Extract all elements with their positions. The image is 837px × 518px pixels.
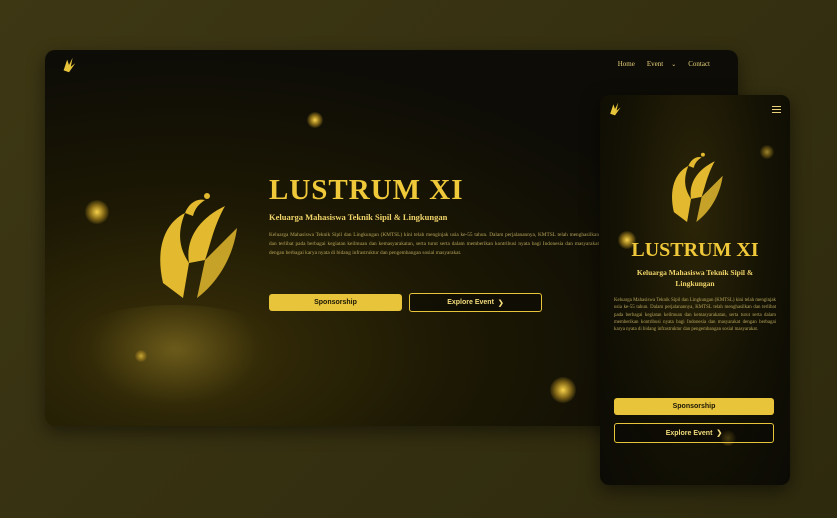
hero-subtitle: Keluarga Mahasiswa Teknik Sipil & Lingku… (636, 268, 754, 288)
phoenix-logo-icon[interactable] (60, 56, 78, 74)
light-orb (760, 145, 774, 159)
light-orb (550, 377, 576, 403)
mobile-mockup: LUSTRUM XI Keluarga Mahasiswa Teknik Sip… (600, 95, 790, 485)
chevron-right-icon: ❯ (716, 430, 723, 437)
phoenix-crest-icon (672, 152, 723, 222)
hero-title: LUSTRUM XI (631, 239, 759, 261)
hero-description: Keluarga Mahasiswa Teknik Sipil dan Ling… (614, 298, 776, 333)
explore-event-label: Explore Event (447, 299, 494, 306)
sponsorship-label: Sponsorship (672, 403, 716, 410)
light-orb (307, 112, 323, 128)
stage-background (75, 305, 275, 415)
hamburger-menu-icon[interactable] (772, 106, 781, 113)
top-navbar: Home Event ⌄ Contact (45, 50, 738, 80)
sponsorship-button[interactable]: Sponsorship (614, 398, 774, 415)
nav-event[interactable]: Event ⌄ (647, 60, 676, 68)
nav-home[interactable]: Home (618, 60, 635, 68)
phoenix-logo-icon[interactable] (607, 101, 623, 117)
nav-event-label: Event (646, 60, 664, 68)
sponsorship-label: Sponsorship (314, 299, 357, 306)
light-orb (135, 350, 147, 362)
chevron-down-icon: ⌄ (671, 62, 677, 68)
chevron-right-icon: ❯ (497, 299, 504, 307)
light-orb (85, 200, 109, 224)
hero-subtitle: Keluarga Mahasiswa Teknik Sipil & Lingku… (269, 212, 448, 222)
explore-event-label: Explore Event (665, 429, 713, 437)
sponsorship-button[interactable]: Sponsorship (269, 294, 402, 311)
hero-description: Keluarga Mahasiswa Teknik Sipil dan Ling… (269, 232, 599, 256)
explore-event-button[interactable]: Explore Event ❯ (409, 293, 542, 312)
explore-event-button[interactable]: Explore Event ❯ (614, 423, 774, 443)
nav-links: Home Event ⌄ Contact (618, 60, 710, 68)
hero-title: LUSTRUM XI (269, 174, 464, 206)
nav-contact[interactable]: Contact (688, 60, 710, 68)
phoenix-crest-icon (160, 193, 237, 298)
